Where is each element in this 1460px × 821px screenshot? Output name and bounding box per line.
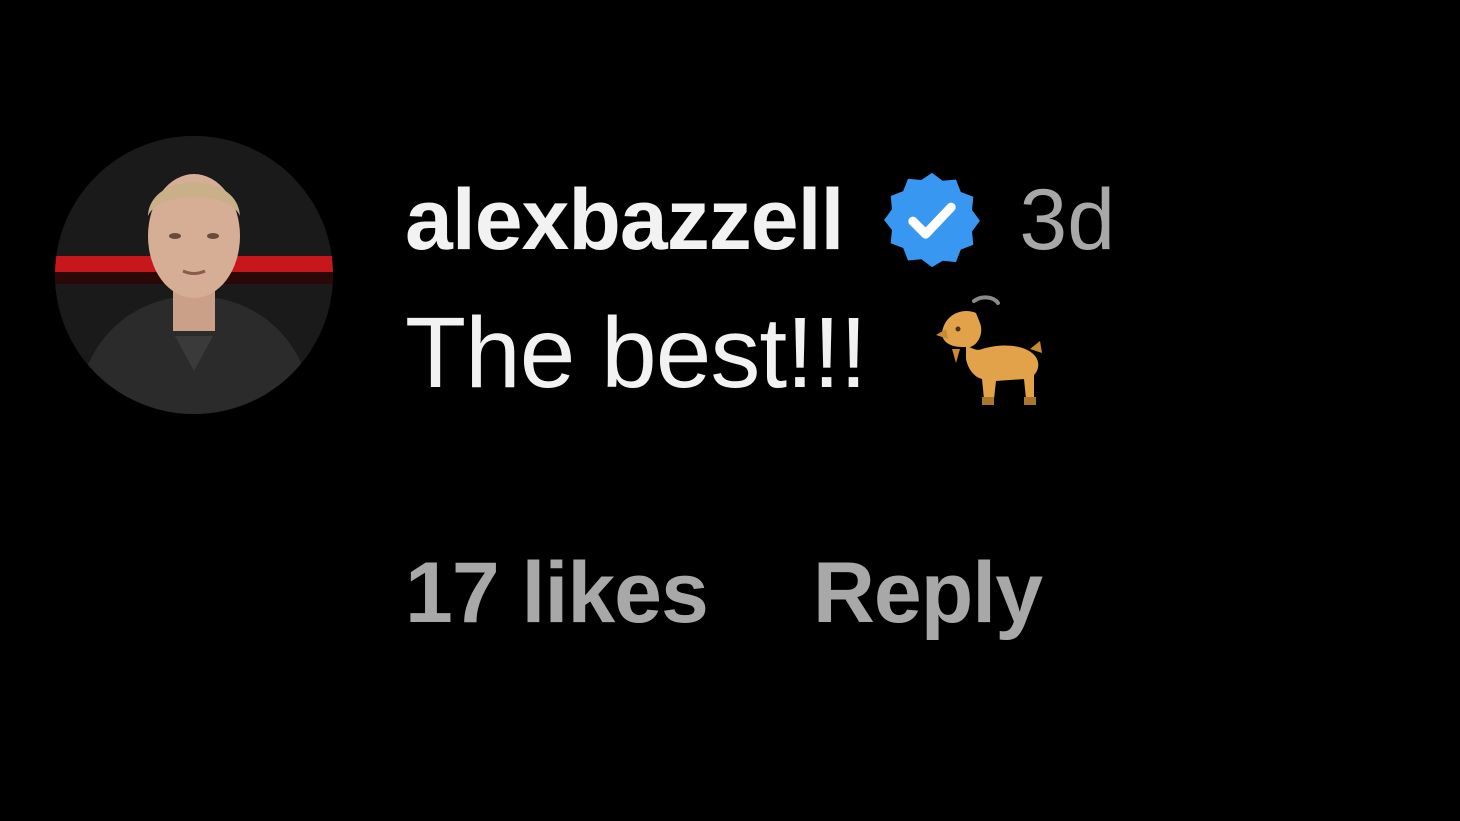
comment-actions: 17 likes Reply [405, 550, 1043, 636]
avatar[interactable] [55, 136, 333, 414]
goat-emoji-icon [936, 295, 1043, 405]
comment-timestamp[interactable]: 3d [1019, 177, 1115, 263]
reply-button[interactable]: Reply [813, 550, 1043, 636]
comment-item: alexbazzell 3d The best!!! 17 likes Repl… [0, 0, 1460, 821]
comment-text: The best!!! [405, 297, 867, 409]
likes-count[interactable]: 17 likes [405, 550, 709, 636]
avatar-photo [55, 136, 333, 414]
comment-body: The best!!! [405, 288, 1115, 418]
username-link[interactable]: alexbazzell [405, 177, 844, 263]
comment-content: alexbazzell 3d The best!!! 17 likes Repl… [405, 150, 1115, 636]
comment-header: alexbazzell 3d [405, 150, 1115, 290]
verified-badge-icon [884, 172, 981, 268]
